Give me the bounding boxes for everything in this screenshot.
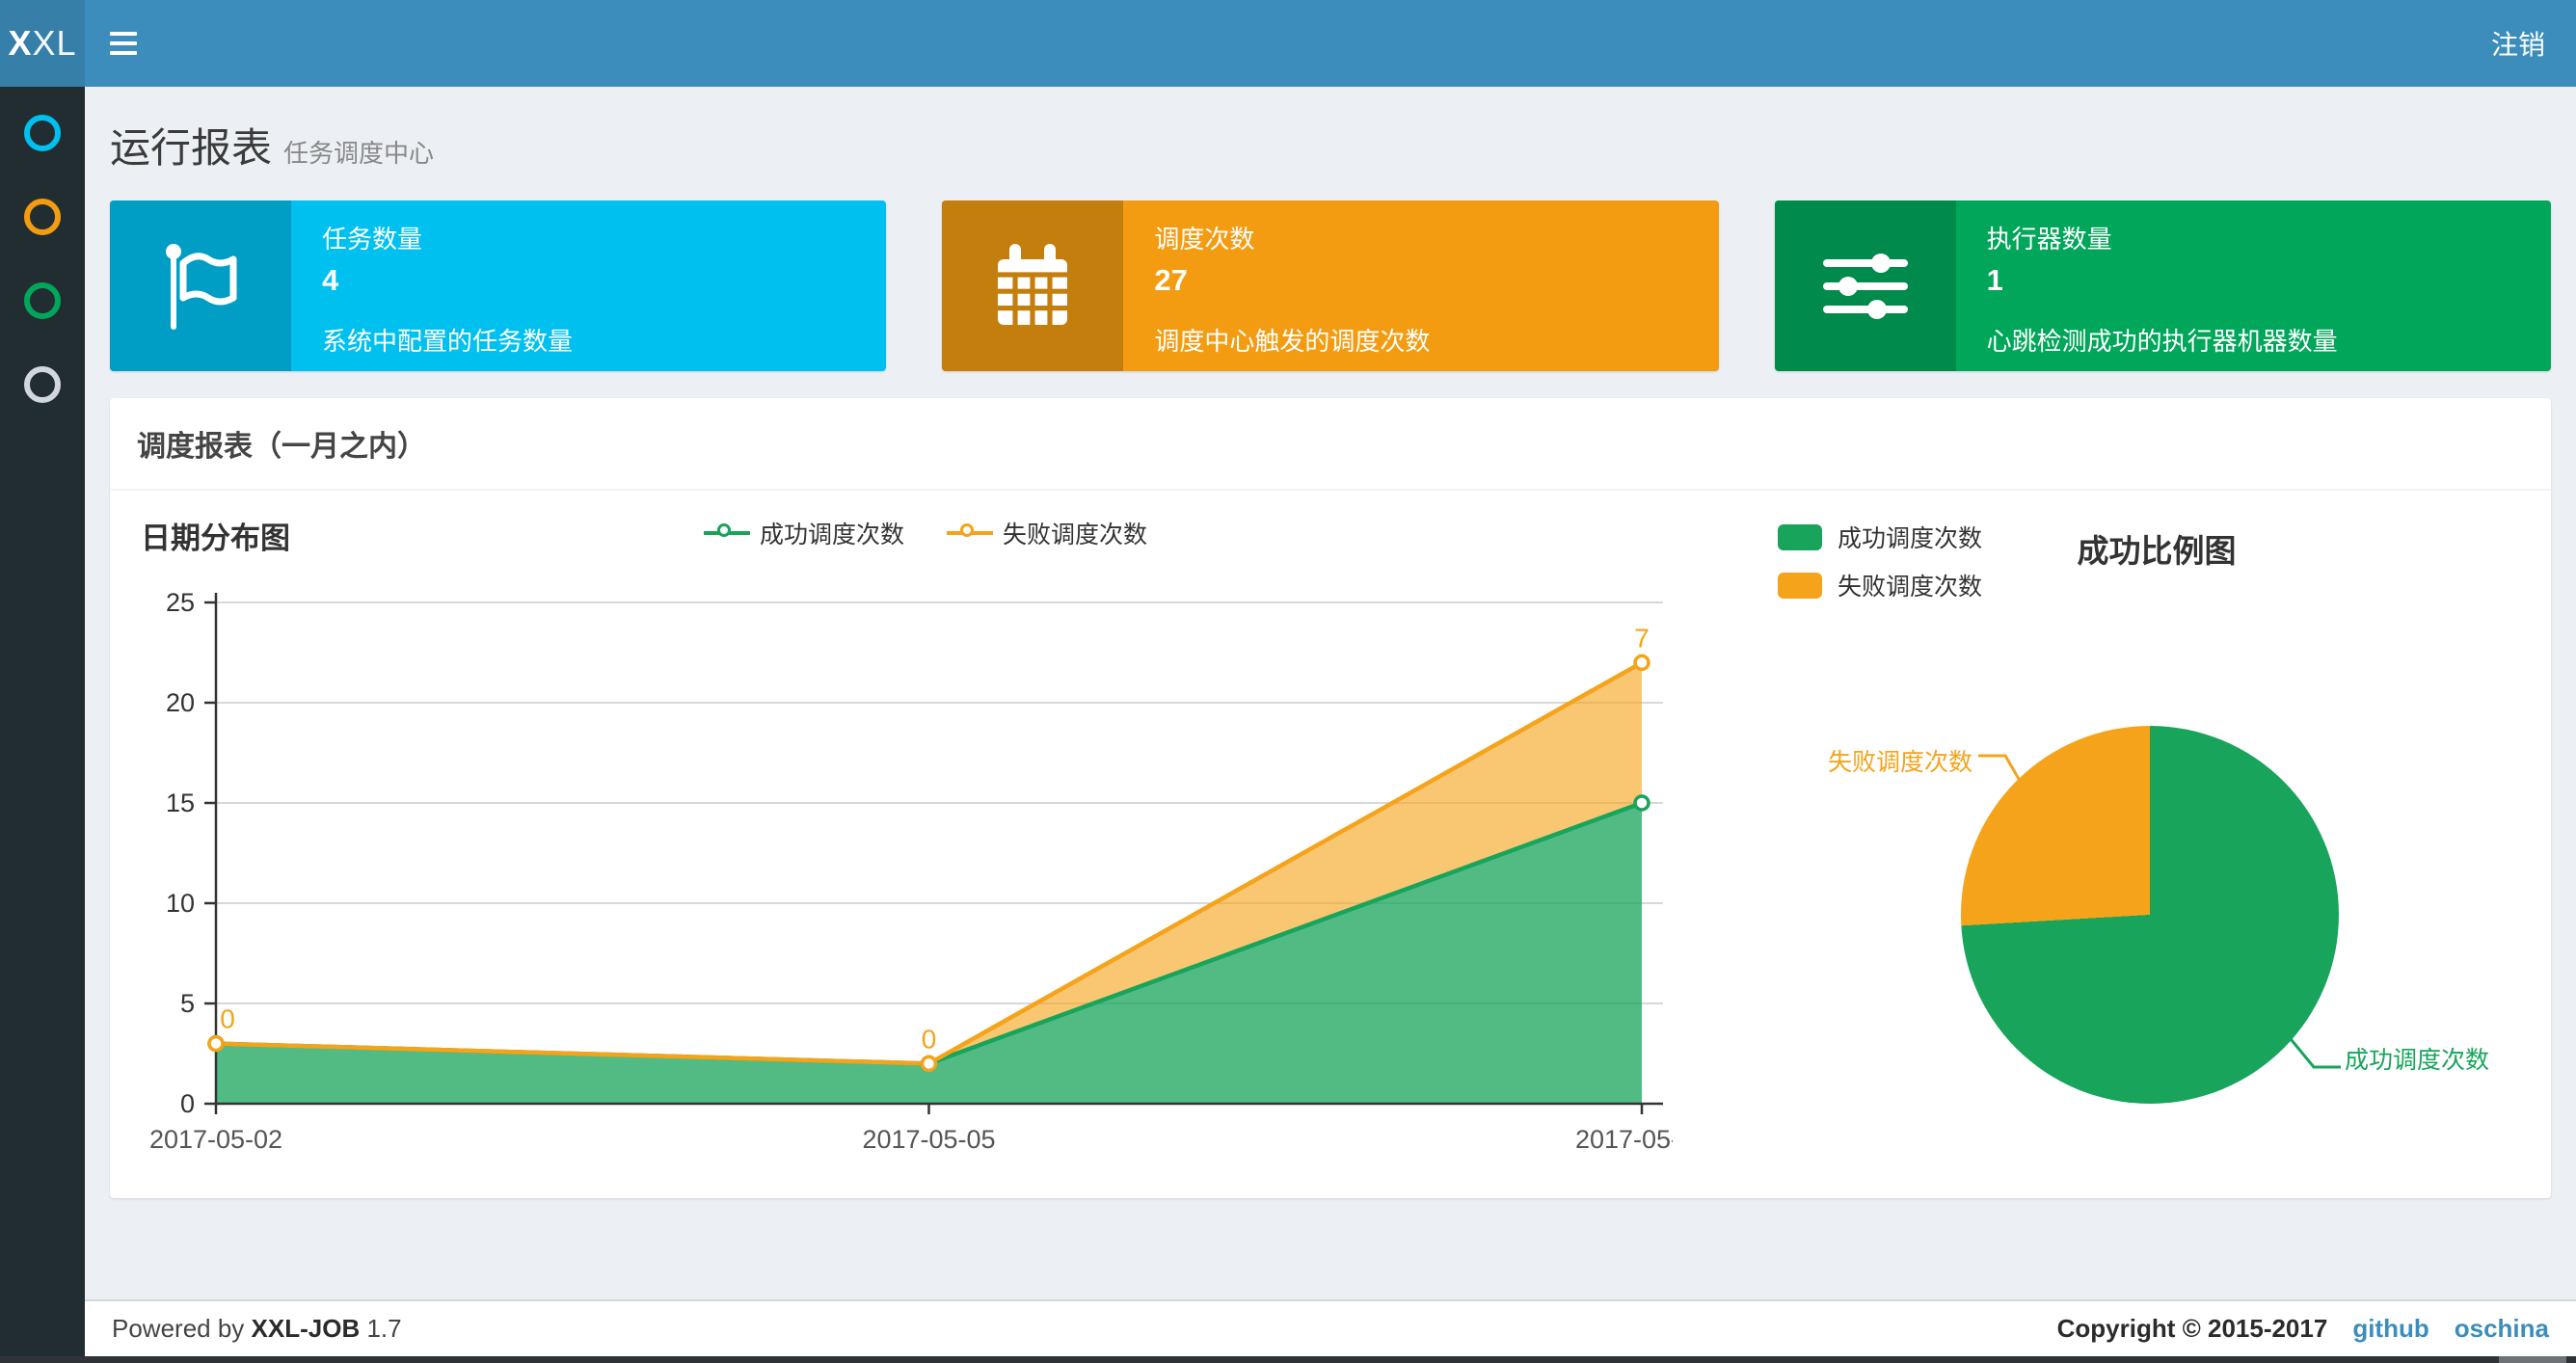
info-box-value: 27 — [1154, 263, 1188, 297]
svg-text:5: 5 — [180, 989, 195, 1018]
product-name: XXL-JOB — [251, 1314, 361, 1343]
info-box-content: 任务数量 4 系统中配置的任务数量 — [291, 200, 886, 371]
pie-label-success: 成功调度次数 — [2345, 1047, 2490, 1074]
pie-label-failure: 失败调度次数 — [1827, 749, 1972, 776]
page-title: 运行报表 — [110, 125, 273, 171]
sidebar-item-menu-help-circle-icon[interactable] — [24, 366, 61, 403]
legend-item-成功调度次数[interactable]: 成功调度次数 — [703, 516, 904, 550]
info-box-value: 4 — [322, 263, 339, 297]
logo-bold: X — [8, 23, 33, 63]
info-box-label: 执行器数量 — [1986, 225, 2112, 254]
svg-text:15: 15 — [166, 788, 195, 817]
info-box-jobs: 任务数量 4 系统中配置的任务数量 — [110, 200, 887, 371]
pie-graphic — [1961, 726, 2339, 1104]
info-box-description: 心跳检测成功的执行器机器数量 — [1986, 327, 2338, 356]
line-chart-plot: 05101520252017-05-022017-05-052017-05-08… — [149, 588, 1673, 1154]
legend-item-成功调度次数[interactable]: 成功调度次数 — [1778, 520, 1982, 554]
info-box-content: 调度次数 27 调度中心触发的调度次数 — [1123, 200, 1718, 371]
svg-text:25: 25 — [166, 588, 195, 617]
svg-text:7: 7 — [1634, 623, 1650, 653]
svg-text:20: 20 — [166, 688, 195, 717]
info-box-description: 调度中心触发的调度次数 — [1154, 327, 1431, 356]
page-header: 运行报表 任务调度中心 — [110, 87, 2551, 183]
sidebar-item-menu-log-circle-icon[interactable] — [24, 282, 61, 319]
panel-title: 调度报表（一月之内） — [110, 398, 2551, 491]
info-box-row: 任务数量 4 系统中配置的任务数量 调度次数 27 调度中心触发的调度次数 执行… — [110, 200, 2551, 371]
info-box-label: 调度次数 — [1154, 225, 1255, 254]
navbar-spacer — [162, 0, 2460, 87]
sliders-icon — [1774, 200, 1956, 371]
page-subtitle: 任务调度中心 — [283, 139, 435, 168]
footer-right: Copyright © 2015-2017 github oschina — [2057, 1314, 2549, 1344]
logo-light: XL — [32, 23, 77, 63]
sidebar-item-menu-report-circle-icon[interactable] — [24, 115, 61, 151]
success-ratio-chart: 成功调度次数 失败调度次数 成功比例图 失败调度次数 成功调度次数 — [1716, 506, 2526, 1181]
svg-text:0: 0 — [220, 1004, 235, 1034]
app-logo[interactable]: X XL — [0, 0, 85, 87]
bottom-strip — [0, 1356, 2576, 1363]
sidebar-toggle-button[interactable] — [85, 0, 162, 87]
svg-text:2017-05-02: 2017-05-02 — [149, 1125, 282, 1154]
product-version: 1.7 — [366, 1314, 402, 1343]
svg-text:2017-05-08: 2017-05-08 — [1575, 1125, 1673, 1154]
calendar-icon — [942, 200, 1124, 371]
legend-item-失败调度次数[interactable]: 失败调度次数 — [1778, 568, 1982, 602]
schedule-report-panel: 调度报表（一月之内） 日期分布图 成功调度次数 失败调度次数 0 5 10 15 20 25… — [110, 398, 2551, 1198]
svg-text:0: 0 — [922, 1024, 937, 1054]
sidebar-item-menu-jobs-circle-icon[interactable] — [24, 199, 61, 235]
sidebar-nav — [0, 87, 85, 1363]
svg-text:2017-05-05: 2017-05-05 — [862, 1125, 995, 1154]
panel-body: 日期分布图 成功调度次数 失败调度次数 0 5 10 15 20 25 2017-05-02 2… — [110, 491, 2551, 1181]
info-box-label: 任务数量 — [322, 225, 423, 254]
powered-by: Powered by XXL-JOB 1.7 — [112, 1314, 402, 1343]
info-box-description: 系统中配置的任务数量 — [322, 327, 574, 356]
pie-chart-title: 成功比例图 — [2077, 533, 2237, 569]
flag-icon — [110, 200, 291, 371]
info-box-content: 执行器数量 1 心跳检测成功的执行器机器数量 — [1956, 200, 2551, 371]
info-box-triggers: 调度次数 27 调度中心触发的调度次数 — [942, 200, 1719, 371]
copyright-text: Copyright © 2015-2017 — [2056, 1314, 2328, 1343]
scrollbar-corner[interactable] — [2499, 1356, 2566, 1363]
svg-text:10: 10 — [166, 889, 195, 918]
oschina-link[interactable]: oschina — [2455, 1314, 2549, 1344]
main-content: 运行报表 任务调度中心 任务数量 4 系统中配置的任务数量 调度次数 27 调度… — [85, 87, 2576, 1299]
page-footer: Powered by XXL-JOB 1.7 Copyright © 2015-… — [85, 1299, 2576, 1356]
github-link[interactable]: github — [2352, 1314, 2428, 1344]
date-distribution-chart: 日期分布图 成功调度次数 失败调度次数 0 5 10 15 20 25 2017-05-02 2… — [135, 506, 1716, 1181]
logout-button[interactable]: 注销 — [2460, 0, 2576, 87]
hamburger-icon — [110, 32, 137, 36]
top-navbar: X XL 注销 — [0, 0, 2576, 87]
info-box-executors: 执行器数量 1 心跳检测成功的执行器机器数量 — [1774, 200, 2551, 371]
pie-chart-legend: 成功调度次数 失败调度次数 — [1778, 520, 1982, 602]
svg-text:0: 0 — [180, 1089, 195, 1118]
info-box-value: 1 — [1986, 263, 2003, 297]
legend-item-失败调度次数[interactable]: 失败调度次数 — [947, 516, 1147, 550]
line-chart-legend: 成功调度次数 失败调度次数 — [135, 516, 1716, 550]
